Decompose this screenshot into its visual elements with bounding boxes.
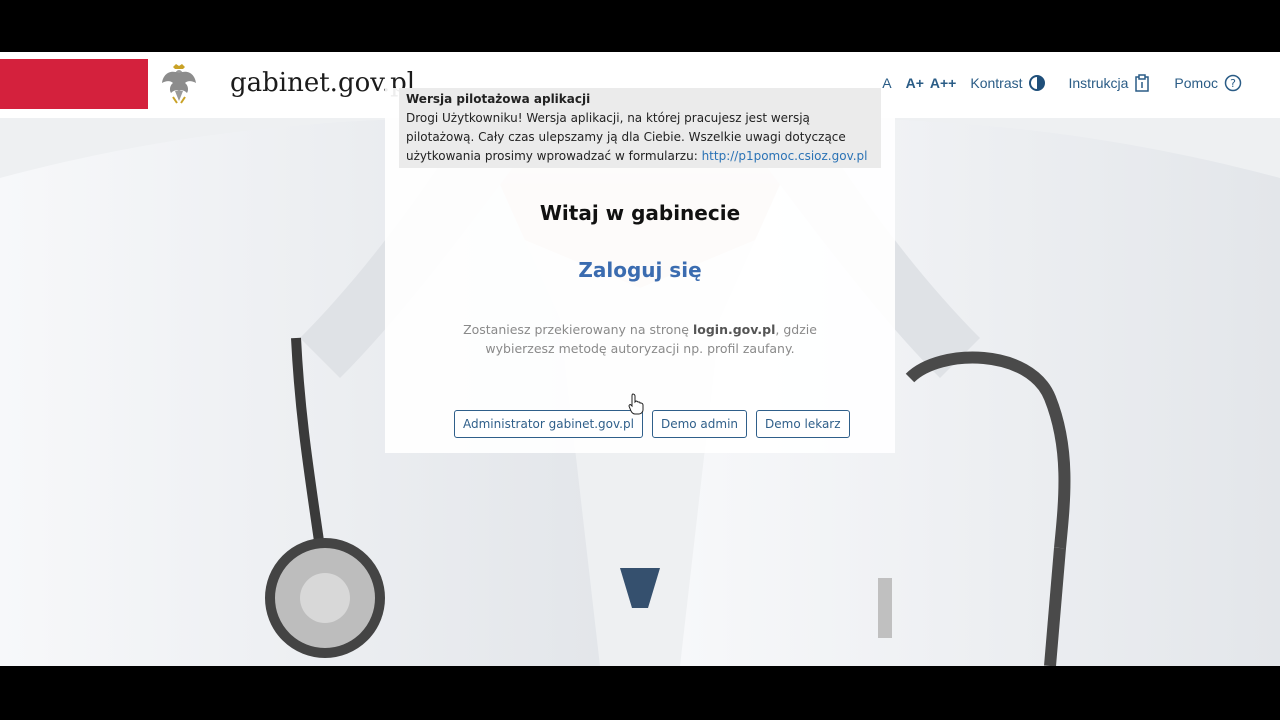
notice-link[interactable]: http://p1pomoc.csioz.gov.pl — [702, 149, 868, 163]
demo-admin-button[interactable]: Demo admin — [651, 410, 748, 438]
accessibility-nav: A A+ A++ Kontrast Instrukcja Pomoc ? — [882, 74, 1242, 92]
demo-doctor-button[interactable]: Demo lekarz — [756, 410, 850, 438]
letterbox-bottom — [0, 666, 1280, 720]
font-size-xlarge[interactable]: A++ — [930, 75, 956, 91]
administrator-button[interactable]: Administrator gabinet.gov.pl — [454, 410, 643, 438]
notice-title: Wersja pilotażowa aplikacji — [406, 92, 591, 106]
font-size-large[interactable]: A+ — [906, 75, 924, 91]
contrast-label: Kontrast — [970, 75, 1023, 91]
help-label: Pomoc — [1174, 75, 1218, 91]
welcome-heading: Witaj w gabinecie — [539, 201, 741, 225]
document-icon — [1134, 74, 1150, 92]
eagle-emblem-icon[interactable] — [148, 59, 209, 109]
notice-body: Drogi Użytkowniku! Wersja aplikacji, na … — [406, 109, 874, 166]
svg-text:?: ? — [1230, 77, 1236, 90]
contrast-icon — [1028, 75, 1045, 91]
instructions-link[interactable]: Instrukcja — [1069, 74, 1151, 92]
hand-pointer-cursor-icon — [628, 393, 644, 420]
pilot-notice: Wersja pilotażowa aplikacji Drogi Użytko… — [399, 88, 881, 168]
redirect-info: Zostaniesz przekierowany na stronę login… — [460, 320, 820, 358]
demo-buttons: Administrator gabinet.gov.pl Demo admin … — [454, 410, 859, 438]
redirect-domain: login.gov.pl — [692, 322, 776, 337]
letterbox-top — [0, 0, 1280, 52]
question-circle-icon: ? — [1224, 74, 1242, 92]
login-link[interactable]: Zaloguj się — [385, 258, 895, 282]
redirect-text-pre: Zostaniesz przekierowany na stronę — [463, 322, 693, 337]
brand-bar — [0, 59, 209, 109]
help-link[interactable]: Pomoc ? — [1174, 74, 1242, 92]
instructions-label: Instrukcja — [1068, 75, 1129, 91]
contrast-toggle[interactable]: Kontrast — [970, 75, 1045, 91]
